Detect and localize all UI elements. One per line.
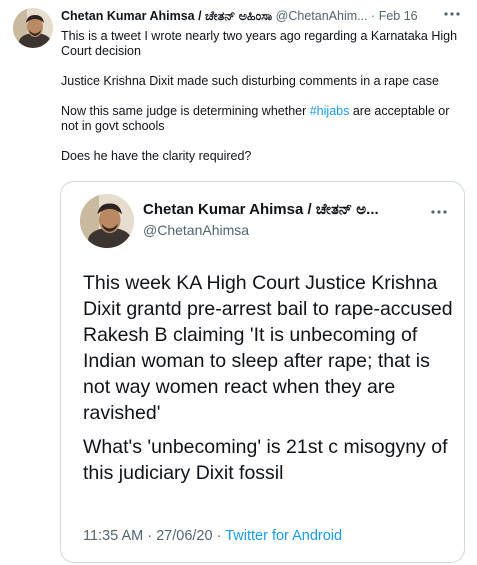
author-avatar[interactable] [13, 8, 53, 48]
quoted-author-name[interactable]: Chetan Kumar Ahimsa / ಚೇತನ್ ಅ... [143, 201, 379, 218]
source-app-link[interactable]: Twitter for Android [225, 528, 342, 544]
separator: · [147, 528, 153, 544]
more-horizontal-icon [431, 210, 447, 214]
quoted-tweet-date[interactable]: 27/06/20 [156, 528, 212, 544]
separator: · [216, 528, 222, 544]
more-options-button[interactable] [441, 6, 463, 22]
tweet-date[interactable]: Feb 16 [379, 9, 418, 23]
quoted-tweet-text: This week KA High Court Justice Krishna … [83, 270, 458, 486]
quoted-author-avatar[interactable] [80, 194, 134, 248]
quoted-tweet-time[interactable]: 11:35 AM [83, 528, 143, 544]
tweet-text-line: This is a tweet I wrote nearly two years… [61, 29, 458, 58]
author-handle[interactable]: @ChetanAhim... [276, 9, 368, 23]
avatar-photo [13, 8, 53, 48]
quoted-more-options-button[interactable] [428, 204, 450, 220]
tweet[interactable]: Chetan Kumar Ahimsa / ಚೇತನ್ ಅಹಿಂಸಾ @Chet… [0, 0, 477, 565]
tweet-header: Chetan Kumar Ahimsa / ಚೇತನ್ ಅಹಿಂಸಾ @Chet… [61, 9, 467, 27]
tweet-text-line: Does he have the clarity required? [61, 149, 252, 163]
quoted-tweet-card[interactable]: Chetan Kumar Ahimsa / ಚೇತನ್ ಅ... @Chetan… [60, 181, 465, 563]
tweet-text-line: Now this same judge is determining wheth… [61, 104, 466, 134]
hashtag-link[interactable]: #hijabs [310, 104, 350, 118]
author-name[interactable]: Chetan Kumar Ahimsa / ಚೇತನ್ ಅಹಿಂಸಾ [61, 9, 272, 23]
separator: · [371, 9, 376, 23]
quoted-text-paragraph: What's 'unbecoming' is 21st c misogyny o… [83, 436, 448, 484]
text-segment: Now this same judge is determining wheth… [61, 104, 310, 118]
quoted-text-paragraph: This week KA High Court Justice Krishna … [83, 272, 453, 424]
tweet-text: This is a tweet I wrote nearly two years… [61, 29, 466, 164]
avatar-photo [80, 194, 134, 248]
quoted-author-handle[interactable]: @ChetanAhimsa [143, 222, 249, 238]
tweet-text-line: Justice Krishna Dixit made such disturbi… [61, 74, 439, 88]
quoted-tweet-metadata: 11:35 AM · 27/06/20 · Twitter for Androi… [83, 528, 342, 544]
more-horizontal-icon [444, 12, 460, 16]
